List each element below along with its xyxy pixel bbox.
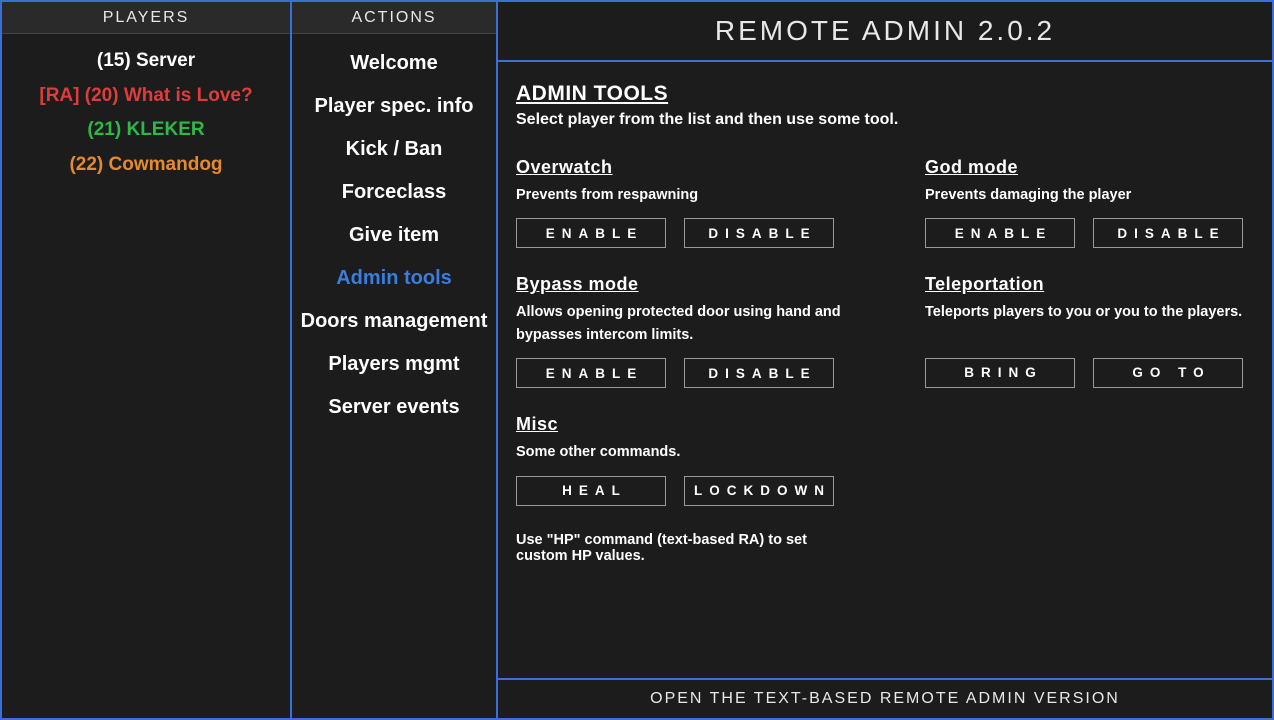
open-text-ra-button[interactable]: OPEN THE TEXT-BASED REMOTE ADMIN VERSION [496,678,1274,720]
players-list: (15) Server [RA] (20) What is Love? (21)… [2,34,290,718]
actions-list: WelcomePlayer spec. infoKick / BanForcec… [292,34,496,718]
overwatch-disable-button[interactable]: DISABLE [684,218,834,248]
app-title: REMOTE ADMIN 2.0.2 [496,0,1274,62]
action-item-doors-management[interactable]: Doors management [292,300,496,343]
tool-bypass: Bypass mode Allows opening protected doo… [516,274,845,388]
main-body: ADMIN TOOLS Select player from the list … [496,62,1274,678]
player-item-ra-love[interactable]: [RA] (20) What is Love? [2,79,290,114]
page-title: ADMIN TOOLS [516,82,1254,106]
bypass-enable-button[interactable]: ENABLE [516,358,666,388]
overwatch-title: Overwatch [516,157,845,178]
player-item-kleker[interactable]: (21) KLEKER [2,113,290,148]
action-item-give-item[interactable]: Give item [292,214,496,257]
action-item-players-mgmt[interactable]: Players mgmt [292,343,496,386]
overwatch-enable-button[interactable]: ENABLE [516,218,666,248]
tool-teleport: Teleportation Teleports players to you o… [925,274,1254,387]
godmode-disable-button[interactable]: DISABLE [1093,218,1243,248]
godmode-desc: Prevents damaging the player [925,184,1254,206]
action-item-player-spec-info[interactable]: Player spec. info [292,85,496,128]
hp-footnote: Use "HP" command (text-based RA) to set … [516,532,845,564]
tool-grid: Overwatch Prevents from respawning ENABL… [516,157,1254,564]
actions-panel: ACTIONS WelcomePlayer spec. infoKick / B… [292,0,496,720]
player-ra-love-label: [RA] (20) What is Love? [39,85,252,106]
player-item-server[interactable]: (15) Server [2,44,290,79]
godmode-enable-button[interactable]: ENABLE [925,218,1075,248]
tool-misc: Misc Some other commands. HEAL LOCKDOWN [516,414,845,505]
misc-title: Misc [516,414,845,435]
godmode-title: God mode [925,157,1254,178]
players-header: PLAYERS [2,2,290,34]
actions-header: ACTIONS [292,2,496,34]
overwatch-desc: Prevents from respawning [516,184,845,206]
player-item-cowmandog[interactable]: (22) Cowmandog [2,148,290,183]
teleport-title: Teleportation [925,274,1254,295]
tool-overwatch: Overwatch Prevents from respawning ENABL… [516,157,845,248]
misc-heal-button[interactable]: HEAL [516,476,666,506]
teleport-goto-button[interactable]: GO TO [1093,358,1243,388]
bypass-desc: Allows opening protected door using hand… [516,301,845,346]
teleport-desc: Teleports players to you or you to the p… [925,301,1254,323]
misc-lockdown-button[interactable]: LOCKDOWN [684,476,834,506]
action-item-welcome[interactable]: Welcome [292,42,496,85]
teleport-bring-button[interactable]: BRING [925,358,1075,388]
action-item-kick-ban[interactable]: Kick / Ban [292,128,496,171]
tool-godmode: God mode Prevents damaging the player EN… [925,157,1254,248]
bypass-disable-button[interactable]: DISABLE [684,358,834,388]
bypass-title: Bypass mode [516,274,845,295]
action-item-forceclass[interactable]: Forceclass [292,171,496,214]
main-panel: REMOTE ADMIN 2.0.2 ADMIN TOOLS Select pl… [496,0,1274,720]
misc-desc: Some other commands. [516,441,845,463]
page-subtitle: Select player from the list and then use… [516,111,1254,129]
action-item-admin-tools[interactable]: Admin tools [292,257,496,300]
action-item-server-events[interactable]: Server events [292,386,496,429]
players-panel: PLAYERS (15) Server [RA] (20) What is Lo… [0,0,292,720]
